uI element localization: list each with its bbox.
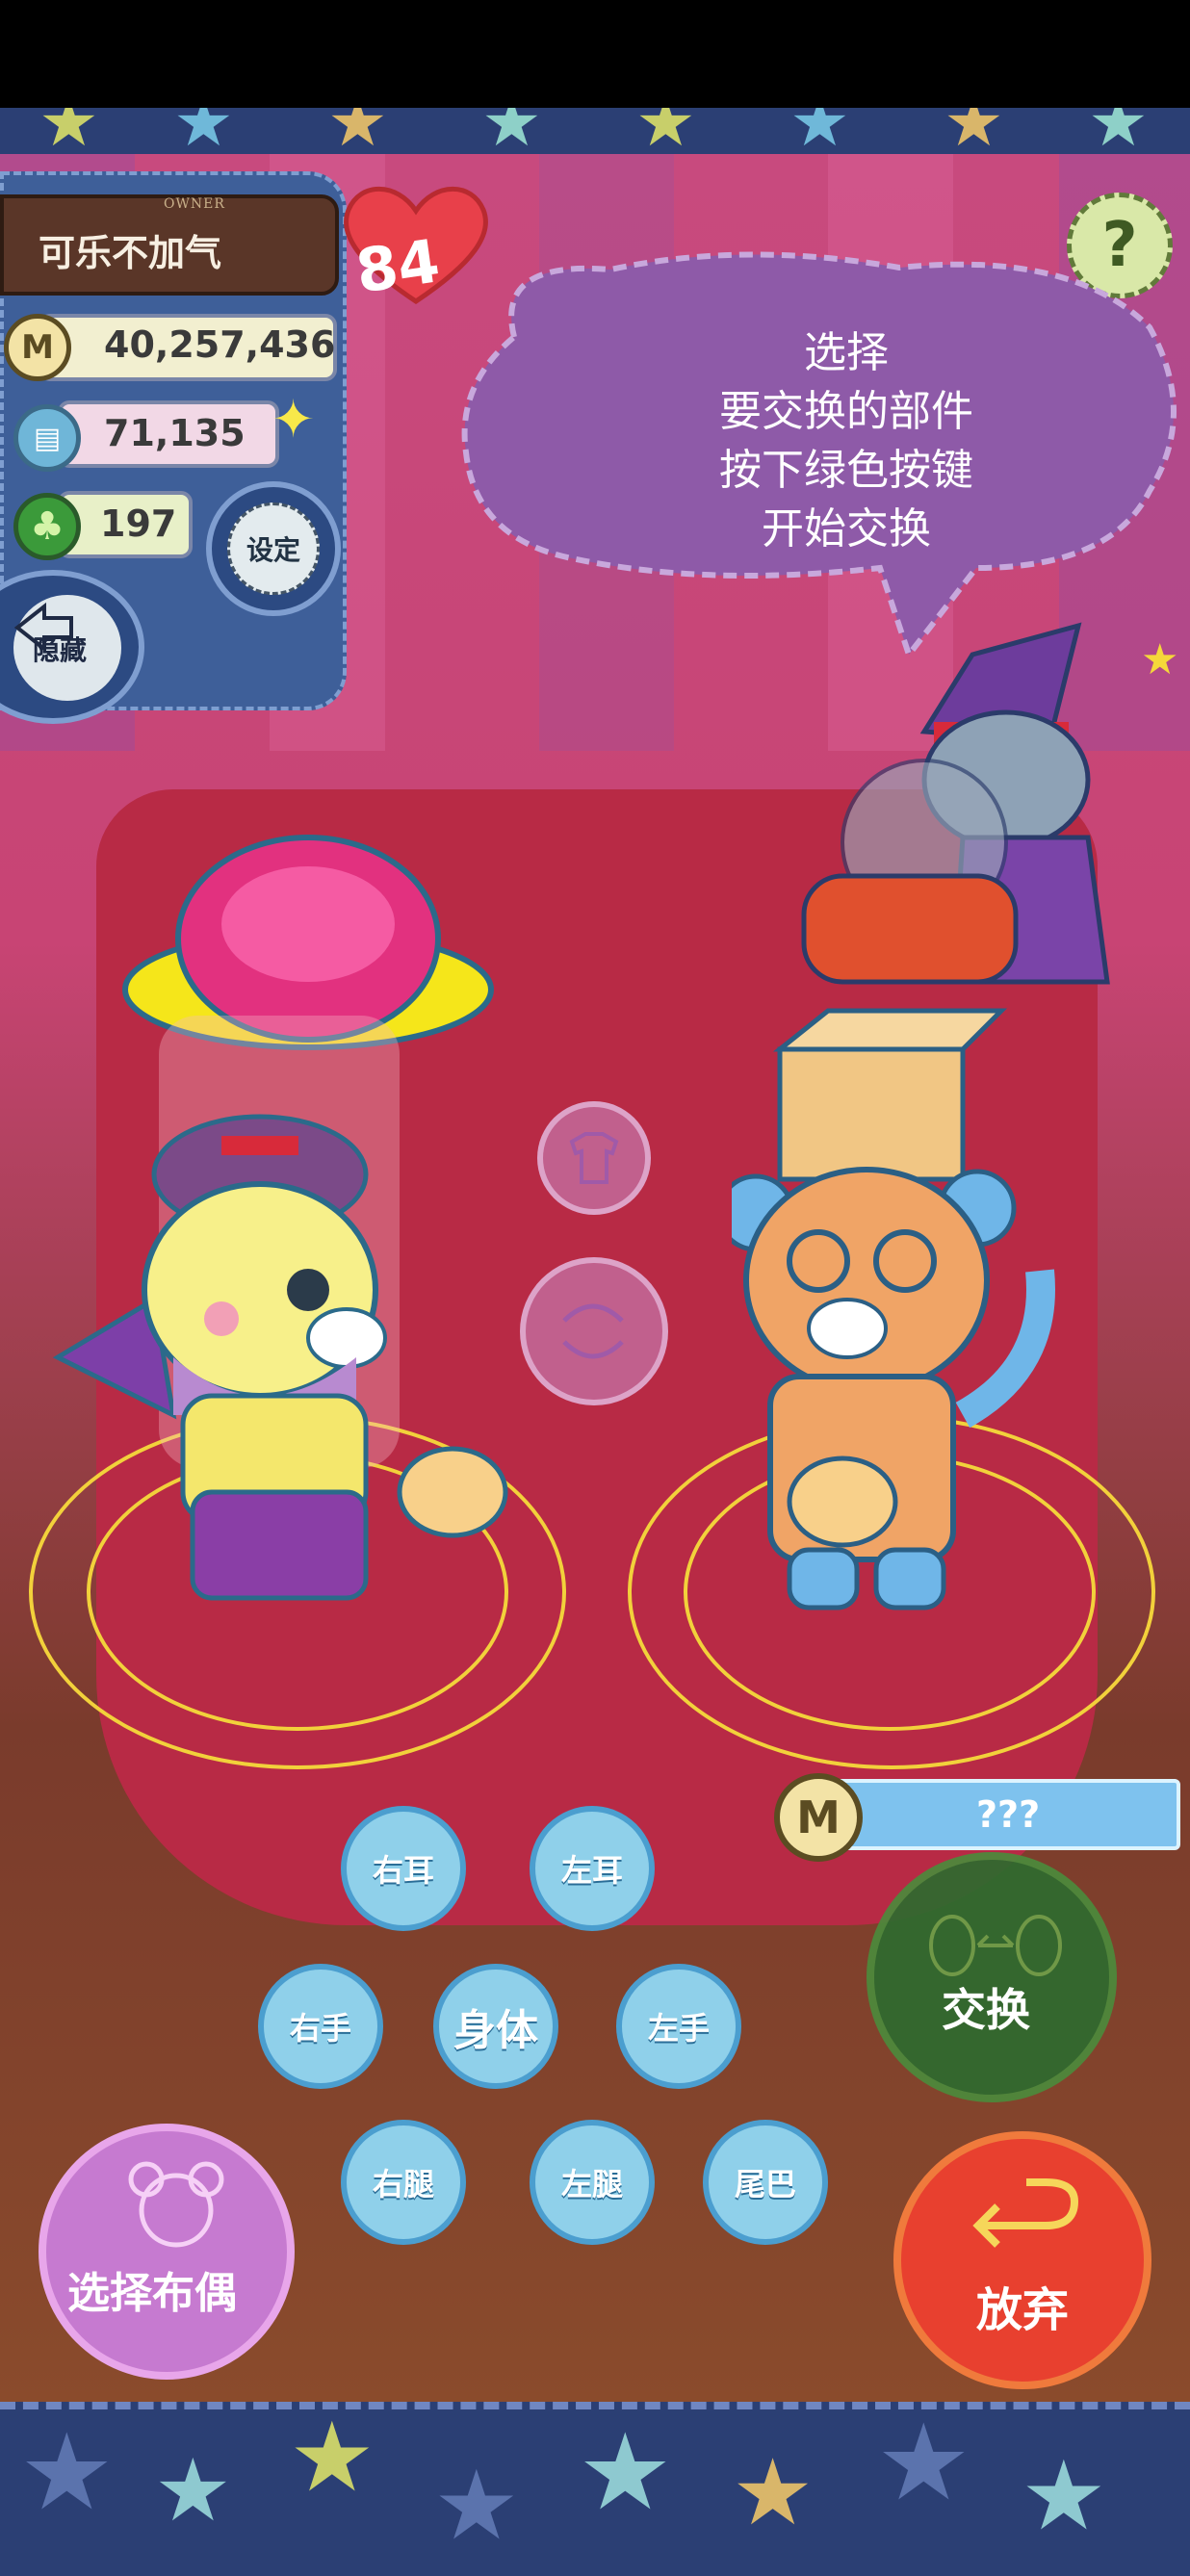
- owner-tag-label: OWNER: [164, 196, 225, 212]
- part-label: 左手: [647, 2010, 710, 2047]
- star-decoration-icon: ★: [1088, 108, 1149, 160]
- star-decoration-icon: ★: [433, 2449, 520, 2562]
- part-label: 尾巴: [734, 2166, 796, 2202]
- clover-icon: ♣: [13, 493, 81, 560]
- coins-value: 40,257,436: [104, 323, 336, 366]
- instruction-line: 开始交换: [762, 504, 931, 554]
- part-label: 右手: [289, 2010, 351, 2047]
- rotate-arrows-icon: [562, 1303, 624, 1359]
- part-button-body[interactable]: 身体: [433, 1964, 558, 2089]
- select-doll-button[interactable]: [39, 2124, 295, 2380]
- star-decoration-icon: ★: [289, 2402, 375, 2513]
- part-label: 身体: [453, 2006, 538, 2055]
- part-button-left-ear[interactable]: 左耳: [530, 1806, 655, 1931]
- part-label: 左腿: [560, 2166, 623, 2202]
- right-doll[interactable]: [732, 963, 1117, 1636]
- swap-arrows-icon: [929, 1915, 1062, 1976]
- star-decoration-icon: ★: [635, 108, 696, 160]
- rotate-tool-button[interactable]: [520, 1257, 668, 1405]
- part-label: 右腿: [372, 2166, 434, 2202]
- settings-button[interactable]: 设定: [206, 481, 341, 616]
- fortune-teller-character: ★: [801, 622, 1178, 985]
- coin-icon: M: [4, 314, 71, 381]
- part-label: 右耳: [372, 1852, 434, 1889]
- instruction-line: 按下绿色按键: [719, 446, 973, 495]
- left-doll[interactable]: [39, 818, 539, 1646]
- part-label: 左耳: [560, 1852, 623, 1889]
- swap-label: 交换: [942, 1984, 1030, 2036]
- sparkle-icon: ✦: [272, 389, 316, 450]
- instruction-line: 选择: [804, 328, 889, 377]
- star-decoration-icon: ★: [481, 108, 542, 160]
- part-button-right-hand[interactable]: 右手: [258, 1964, 383, 2089]
- star-decoration-icon: ★: [327, 108, 388, 160]
- part-button-left-leg[interactable]: 左腿: [530, 2120, 655, 2245]
- level-badge-number: 84: [351, 225, 444, 307]
- star-decoration-icon: ★: [944, 108, 1004, 160]
- swap-cost-value: ???: [976, 1793, 1041, 1836]
- select-doll-label: 选择布偶: [67, 2269, 237, 2318]
- star-decoration-icon: ★: [789, 108, 850, 160]
- owner-name: 可乐不加气: [39, 232, 222, 274]
- give-up-label: 放弃: [976, 2283, 1070, 2337]
- status-bar-area: [0, 0, 1190, 108]
- bottom-star-border: ★ ★ ★ ★ ★ ★ ★ ★: [0, 2402, 1190, 2576]
- part-button-right-ear[interactable]: 右耳: [341, 1806, 466, 1931]
- instruction-text: 选择 要交换的部件 按下绿色按键 开始交换: [620, 323, 1073, 558]
- star-decoration-icon: ★: [19, 2410, 115, 2534]
- part-button-left-hand[interactable]: 左手: [616, 1964, 741, 2089]
- game-screen: ★ ★ ★ ★ ★ ★ ★ ★ ★ OWNER 可乐不加气 M 40,257,4…: [0, 0, 1190, 2576]
- star-decoration-icon: ★: [154, 2440, 232, 2541]
- undo-arrow-icon: [972, 2178, 1079, 2248]
- star-decoration-icon: ★: [732, 2440, 815, 2546]
- top-star-border: ★ ★ ★ ★ ★ ★ ★ ★: [0, 108, 1190, 160]
- star-decoration-icon: ★: [39, 108, 99, 160]
- hide-label: 隐藏: [33, 634, 88, 666]
- materials-value: 71,135: [104, 412, 246, 454]
- part-button-tail[interactable]: 尾巴: [703, 2120, 828, 2245]
- star-decoration-icon: ★: [173, 108, 234, 160]
- shirt-icon: [569, 1132, 619, 1184]
- bear-head-icon: [128, 2161, 224, 2248]
- clothes-tool-button[interactable]: [537, 1101, 651, 1215]
- materials-basket-icon: ▤: [13, 404, 81, 472]
- star-decoration-icon: ★: [578, 2410, 673, 2534]
- star-decoration-icon: ★: [1021, 2439, 1107, 2552]
- part-button-right-leg[interactable]: 右腿: [341, 2120, 466, 2245]
- give-up-button[interactable]: [893, 2131, 1151, 2389]
- instruction-line: 要交换的部件: [719, 387, 973, 436]
- coin-icon: M: [774, 1773, 863, 1862]
- clovers-value: 197: [100, 502, 177, 545]
- settings-label: 设定: [227, 502, 320, 595]
- star-decoration-icon: ★: [876, 2402, 971, 2524]
